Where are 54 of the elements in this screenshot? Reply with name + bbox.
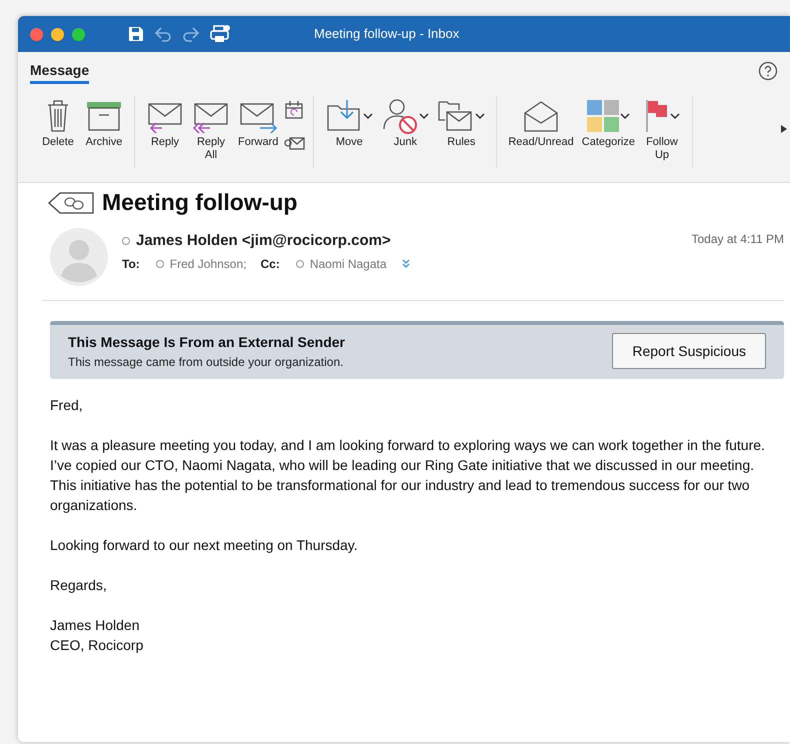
banner-title: This Message Is From an External Sender [68,334,345,350]
toolbar-button[interactable]: Categorize [578,96,638,168]
toolbar-button[interactable]: Forward [235,96,282,168]
received-time: Today at 4:11 PM [692,231,784,248]
caret-icon [363,112,374,120]
body-paragraph: Looking forward to our next meeting on Thursday. [50,536,359,555]
toolbar-button[interactable]: Follow Up [640,96,684,168]
window-title: Meeting follow-up - Inbox [314,26,460,41]
body-paragraph: Regards, [50,576,108,595]
toolbar-button[interactable]: Archive [82,96,126,168]
more-arrow-icon[interactable] [780,124,788,134]
toolbar-button[interactable]: Reply [143,96,187,168]
save-icon[interactable] [127,25,145,43]
toolbar-button[interactable]: Move [322,96,376,168]
message-subject: Meeting follow-up [102,189,298,216]
cc-label: Cc: [260,257,280,271]
to-label: To: [122,257,140,271]
banner-text: This message came from outside your organization. [68,354,344,368]
blocked-user-icon [381,97,420,135]
caret-icon [475,112,486,120]
body-paragraph: Fred, [50,396,84,415]
flag-icon [644,98,670,134]
toolbar-button[interactable]: Read/Unread [505,96,577,168]
ribbon-tab[interactable]: Message [30,58,90,84]
toolbar-button[interactable]: Rules [434,96,488,168]
body-paragraph: It was a pleasure meeting you today, and I am looking forward to exploring ways we can work together in the future. I’ve copied our CTO, Naomi Nagata, who will be leading our Ring Gate initiative that we discussed in our meeting. This initiative has the potential to be transformational for our industry and lead to tremendous success for our two organizations. [50,436,766,515]
report-button[interactable]: Report Suspicious [612,333,766,369]
recipient[interactable]: Naomi Nagata [310,257,387,271]
caret-icon [620,112,630,120]
archive-icon [85,100,123,132]
open-envelope-icon [522,99,560,133]
redo-icon[interactable] [181,25,201,43]
signature-line: CEO, Rocicorp [50,636,144,655]
close-icon[interactable] [30,28,43,40]
help-icon[interactable] [758,61,778,81]
expand-icon[interactable] [400,259,411,269]
print-icon[interactable] [209,24,231,44]
toolbar-button[interactable]: Reply All [189,96,233,168]
recipient[interactable]: Fred Johnson; [170,257,246,271]
caret-icon [670,112,680,120]
toolbar-button[interactable]: Delete [36,96,80,168]
zoom-icon[interactable] [72,28,85,40]
presence-icon [296,260,304,268]
conversation-icon[interactable] [48,192,94,214]
undo-icon[interactable] [153,25,173,43]
sender-name[interactable]: James Holden <jim@rocicorp.com> [136,232,391,249]
toolbar-button[interactable]: Junk [378,96,432,168]
color-grid-icon [586,99,620,133]
signature-line: James Holden [50,616,140,635]
caret-icon [419,112,430,120]
presence-icon [156,260,164,268]
avatar-icon [50,228,108,286]
minimize-icon[interactable] [51,28,64,40]
presence-icon [122,236,130,244]
